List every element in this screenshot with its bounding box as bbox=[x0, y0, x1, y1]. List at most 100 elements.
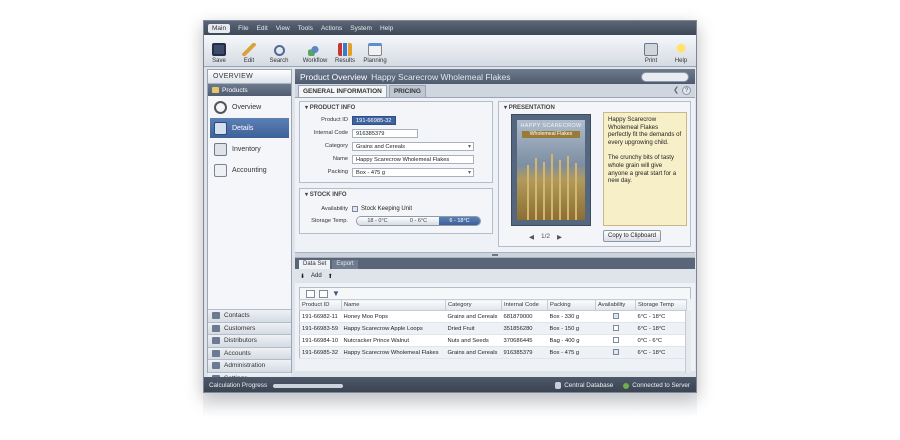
prev-arrow-icon[interactable]: ◀ bbox=[529, 233, 534, 241]
workflow-button[interactable]: Workflow bbox=[300, 36, 330, 66]
help-question-icon[interactable]: ? bbox=[682, 86, 691, 95]
menu-edit[interactable]: Edit bbox=[257, 25, 268, 32]
menu-main[interactable]: Main bbox=[208, 23, 231, 33]
planning-button[interactable]: Planning bbox=[360, 36, 390, 66]
field-row-product-id: Product ID 191-66985-32 bbox=[300, 115, 476, 125]
packing-select[interactable]: Box - 475 g bbox=[352, 167, 474, 177]
app-window: Main File Edit View Tools Actions System… bbox=[203, 20, 697, 393]
tab-export[interactable]: Export bbox=[332, 260, 358, 269]
category-select[interactable]: Grains and Cereals bbox=[352, 141, 474, 151]
sidebar-item-details[interactable]: Details bbox=[210, 118, 289, 138]
upload-icon[interactable]: ⬆ bbox=[328, 273, 333, 280]
search-input[interactable] bbox=[641, 72, 689, 82]
storage-temp-segmented: 18 - 0°C 0 - 6°C 6 - 18°C bbox=[356, 216, 481, 226]
planning-icon bbox=[368, 43, 382, 56]
col-packing[interactable]: Packing bbox=[547, 299, 596, 311]
database-icon bbox=[555, 382, 562, 389]
results-button[interactable]: Results bbox=[330, 36, 360, 66]
menu-help[interactable]: Help bbox=[380, 25, 393, 32]
table-header-row: Product ID Name Category Internal Code P… bbox=[299, 299, 687, 311]
results-label: Results bbox=[334, 58, 355, 64]
tab-pricing[interactable]: PRICING bbox=[388, 85, 426, 97]
cell-internal-code: 916385379 bbox=[501, 346, 548, 359]
presentation-panel: ▾ PRESENTATION HAPPY SCARECROW Wholemeal… bbox=[498, 101, 691, 247]
col-internal-code[interactable]: Internal Code bbox=[501, 299, 548, 311]
col-availability[interactable]: Availability bbox=[595, 299, 636, 311]
temp-option-room[interactable]: 6 - 18°C bbox=[439, 217, 480, 225]
table-scrollbar[interactable] bbox=[685, 311, 691, 373]
nav-customers[interactable]: Customers bbox=[208, 321, 291, 334]
wheat-stalk bbox=[559, 160, 561, 220]
details-icon bbox=[214, 121, 227, 135]
col-storage-temp[interactable]: Storage Temp bbox=[635, 299, 687, 311]
toolbar: Save Edit Search Workflow Results Planni… bbox=[204, 35, 696, 67]
product-box-image: HAPPY SCARECROW Wholemeal Flakes bbox=[511, 114, 591, 226]
note-paragraph-1: Happy Scarecrow Wholemeal Flakes perfect… bbox=[608, 116, 682, 146]
sidebar-item-inventory[interactable]: Inventory bbox=[210, 139, 289, 159]
save-button[interactable]: Save bbox=[204, 36, 234, 66]
nav-distributors[interactable]: Distributors bbox=[208, 334, 291, 347]
wheat-stalk bbox=[535, 158, 537, 220]
col-product-id[interactable]: Product ID bbox=[299, 299, 342, 311]
administration-icon bbox=[212, 362, 220, 370]
menu-system[interactable]: System bbox=[350, 25, 372, 32]
edit-label: Edit bbox=[243, 58, 255, 64]
copy-icon[interactable] bbox=[319, 289, 328, 298]
cell-product-id: 191-66984-10 bbox=[299, 334, 342, 347]
availability-checkbox[interactable] bbox=[612, 349, 619, 356]
product-id-field[interactable]: 191-66985-32 bbox=[352, 115, 396, 125]
table-row[interactable]: 191-66985-32 Happy Scarecrow Wholemeal F… bbox=[299, 346, 687, 359]
stock-info-panel: ▾ STOCK INFO Availability Stock Keeping … bbox=[299, 188, 493, 234]
table-row[interactable]: 191-66982-11 Honey Moo Pops Grains and C… bbox=[299, 310, 687, 323]
sidebar: OVERVIEW Products Overview Details Inven… bbox=[207, 69, 292, 392]
nav-administration[interactable]: Administration bbox=[208, 359, 291, 372]
availability-checkbox[interactable] bbox=[612, 325, 619, 332]
select-all-icon[interactable] bbox=[306, 289, 315, 298]
menu-actions[interactable]: Actions bbox=[321, 25, 342, 32]
collapse-icon[interactable]: ❮ bbox=[673, 86, 679, 94]
wheat-stalk bbox=[575, 163, 577, 220]
edit-button[interactable]: Edit bbox=[234, 36, 264, 66]
table-row[interactable]: 191-66983-59 Happy Scarecrow Apple Loops… bbox=[299, 322, 687, 335]
search-button[interactable]: Search bbox=[264, 36, 294, 66]
stock-info-title: STOCK INFO bbox=[309, 192, 347, 198]
menu-file[interactable]: File bbox=[238, 25, 248, 32]
description-note: Happy Scarecrow Wholemeal Flakes perfect… bbox=[603, 112, 687, 226]
help-button[interactable]: Help bbox=[666, 36, 696, 66]
table-row[interactable]: 191-66984-10 Nutcracker Prince Walnut Nu… bbox=[299, 334, 687, 347]
temp-option-cold[interactable]: 18 - 0°C bbox=[357, 217, 398, 225]
add-label[interactable]: Add bbox=[311, 273, 322, 279]
cell-packing: Box - 475 g bbox=[547, 346, 596, 359]
workflow-icon bbox=[308, 43, 322, 56]
sidebar-section-products[interactable]: Products bbox=[208, 84, 291, 96]
storage-temp-row: Storage Temp. 18 - 0°C 0 - 6°C 6 - 18°C bbox=[300, 216, 490, 226]
temp-option-cool[interactable]: 0 - 6°C bbox=[398, 217, 439, 225]
menu-view[interactable]: View bbox=[276, 25, 290, 32]
cell-product-id: 191-66983-59 bbox=[299, 322, 342, 335]
minimize-icon[interactable]: – bbox=[685, 269, 689, 276]
filter-icon[interactable]: ▼ bbox=[332, 289, 341, 298]
connected-icon bbox=[623, 382, 630, 389]
availability-checkbox[interactable] bbox=[352, 206, 358, 212]
nav-label: Accounts bbox=[224, 349, 251, 357]
search-label: Search bbox=[269, 58, 289, 64]
internal-code-field[interactable]: 916385379 bbox=[352, 128, 418, 138]
tab-general-information[interactable]: GENERAL INFORMATION bbox=[298, 85, 387, 97]
print-button[interactable]: Print bbox=[636, 36, 666, 66]
tab-data-set[interactable]: Data Set bbox=[299, 260, 331, 269]
sidebar-item-accounting[interactable]: Accounting bbox=[210, 160, 289, 180]
col-name[interactable]: Name bbox=[341, 299, 446, 311]
col-category[interactable]: Category bbox=[445, 299, 502, 311]
sidebar-item-overview[interactable]: Overview bbox=[210, 97, 289, 117]
availability-checkbox[interactable] bbox=[612, 313, 619, 320]
menu-tools[interactable]: Tools bbox=[298, 25, 313, 32]
download-icon[interactable]: ⬇ bbox=[300, 273, 305, 280]
stock-info-header[interactable]: ▾ STOCK INFO bbox=[300, 189, 492, 200]
product-info-header[interactable]: ▾ PRODUCT INFO bbox=[300, 102, 492, 113]
copy-to-clipboard-button[interactable]: Copy to Clipboard bbox=[603, 230, 661, 242]
nav-contacts[interactable]: Contacts bbox=[208, 309, 291, 322]
nav-accounts[interactable]: Accounts bbox=[208, 346, 291, 359]
availability-checkbox[interactable] bbox=[612, 337, 619, 344]
next-arrow-icon[interactable]: ▶ bbox=[557, 233, 562, 241]
name-field[interactable]: Happy Scarecrow Wholemeal Flakes bbox=[352, 154, 474, 164]
